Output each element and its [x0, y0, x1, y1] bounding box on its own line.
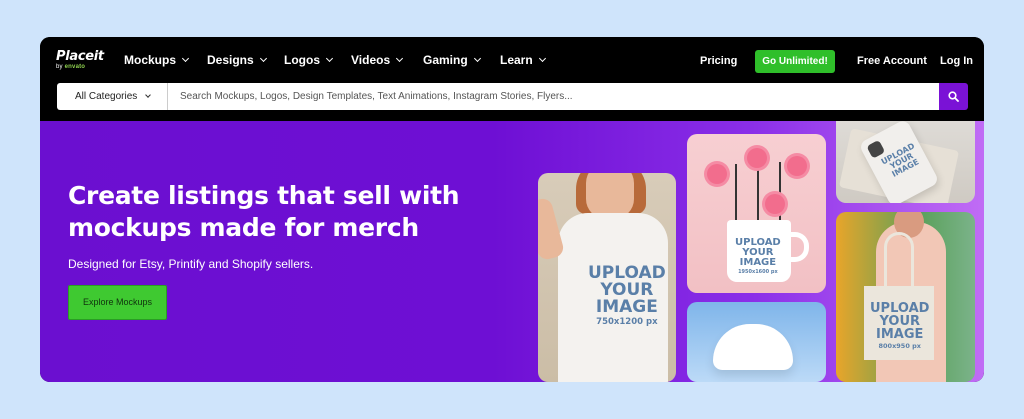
chevron-down-icon: [538, 54, 546, 63]
tote-bag-mockup-image[interactable]: UPLOAD YOUR IMAGE 800x950 px: [836, 212, 975, 382]
cap-mockup-image[interactable]: [687, 302, 826, 382]
phone-case-mockup-image[interactable]: UPLOAD YOUR IMAGE: [836, 121, 975, 203]
upload-placeholder-mug: UPLOAD YOUR IMAGE 1950x1600 px: [735, 237, 781, 275]
logo-byline: by envato: [56, 64, 86, 70]
white-cap: [713, 324, 793, 370]
flower: [787, 156, 807, 176]
nav-item-videos[interactable]: Videos: [351, 53, 404, 67]
upload-placeholder-bag: UPLOAD YOUR IMAGE 800x950 px: [870, 301, 930, 350]
hero-title: Create listings that sell with mockups m…: [68, 181, 460, 242]
flower: [765, 194, 785, 214]
flower: [747, 148, 767, 168]
upload-placeholder-tshirt: UPLOAD YOUR IMAGE 750x1200 px: [588, 263, 666, 327]
search-bar: All Categories: [40, 83, 984, 121]
chevron-down-icon: [259, 54, 267, 63]
bag-strap: [884, 232, 914, 292]
nav-item-designs[interactable]: Designs: [207, 53, 267, 67]
chevron-down-icon: [396, 54, 404, 63]
nav-item-mockups[interactable]: Mockups: [124, 53, 190, 67]
flower-stem: [735, 164, 737, 224]
flower: [707, 164, 727, 184]
search-icon: [948, 91, 959, 102]
site-frame: Placeit by envato Mockups Designs Logos …: [40, 37, 984, 382]
free-account-link[interactable]: Free Account: [857, 55, 927, 67]
explore-mockups-button[interactable]: Explore Mockups: [68, 285, 167, 320]
nav-item-gaming[interactable]: Gaming: [423, 53, 481, 67]
login-link[interactable]: Log In: [940, 55, 973, 67]
category-select[interactable]: All Categories: [57, 83, 168, 110]
hero-subtitle: Designed for Etsy, Printify and Shopify …: [68, 257, 314, 271]
mug-handle: [787, 232, 809, 262]
flower-stem: [779, 162, 781, 224]
hero-banner: Create listings that sell with mockups m…: [40, 121, 984, 382]
tshirt-mockup-image[interactable]: UPLOAD YOUR IMAGE 750x1200 px: [538, 173, 676, 382]
nav-item-learn[interactable]: Learn: [500, 53, 546, 67]
mug-mockup-image[interactable]: UPLOAD YOUR IMAGE 1950x1600 px: [687, 134, 826, 293]
chevron-down-icon: [325, 54, 334, 63]
placeit-logo[interactable]: Placeit by envato: [56, 50, 104, 70]
search-button[interactable]: [939, 83, 968, 110]
nav-item-logos[interactable]: Logos: [284, 53, 334, 67]
logo-wordmark: Placeit: [56, 49, 104, 64]
go-unlimited-button[interactable]: Go Unlimited!: [755, 50, 835, 73]
upload-placeholder-phone: UPLOAD YOUR IMAGE: [879, 141, 921, 179]
top-navigation: Placeit by envato Mockups Designs Logos …: [40, 37, 984, 83]
pricing-link[interactable]: Pricing: [700, 55, 737, 67]
chevron-down-icon: [145, 92, 152, 98]
chevron-down-icon: [181, 54, 190, 63]
chevron-down-icon: [473, 54, 481, 63]
search-input[interactable]: [168, 83, 939, 110]
